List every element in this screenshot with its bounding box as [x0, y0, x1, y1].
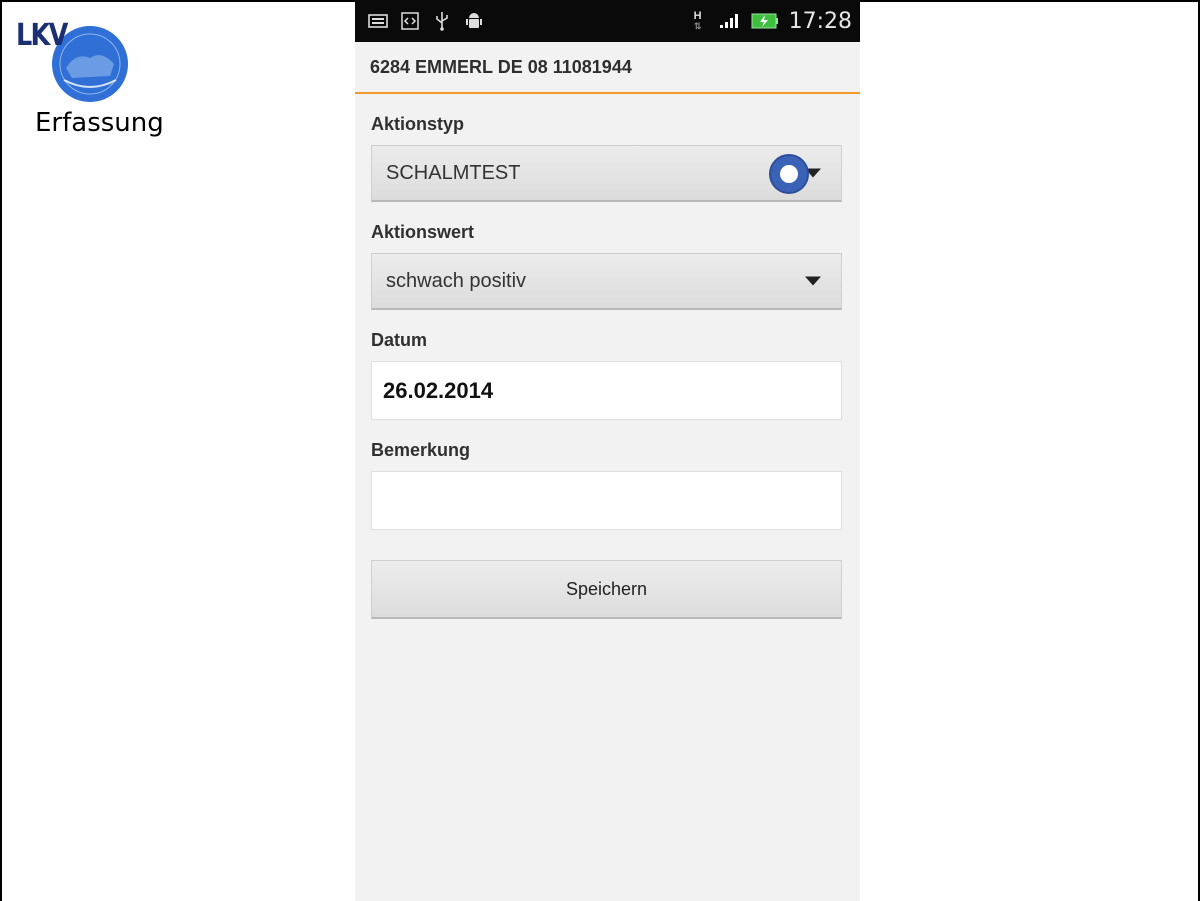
aktionstyp-label: Aktionstyp — [371, 114, 465, 134]
touch-indicator-icon — [769, 154, 809, 194]
app-title: 6284 EMMERL DE 08 11081944 — [370, 56, 632, 77]
datum-value: 26.02.2014 — [383, 377, 494, 403]
android-debug-icon — [463, 10, 485, 32]
capture-form: Aktionstyp SCHALMTEST Aktionswert schwac… — [355, 114, 860, 619]
keyboard-icon — [367, 10, 389, 32]
status-bar: H ⇅ 17:28 — [355, 0, 860, 42]
battery-charging-icon — [751, 10, 779, 32]
signal-icon — [719, 10, 741, 32]
status-clock: 17:28 — [788, 8, 852, 34]
chevron-down-icon — [805, 276, 821, 286]
bemerkung-field[interactable] — [371, 471, 842, 530]
aktionswert-dropdown[interactable]: schwach positiv — [371, 253, 842, 310]
app-title-bar: 6284 EMMERL DE 08 11081944 — [355, 42, 860, 94]
network-type-label: H — [693, 10, 702, 22]
aktionstyp-value: SCHALMTEST — [386, 161, 521, 184]
slide-caption: Erfassung — [35, 108, 164, 138]
aktionstyp-dropdown[interactable]: SCHALMTEST — [371, 145, 842, 202]
aktionswert-label: Aktionswert — [371, 222, 475, 242]
save-button[interactable]: Speichern — [371, 560, 842, 619]
usb-icon — [431, 10, 453, 32]
datum-field[interactable]: 26.02.2014 — [371, 361, 842, 420]
code-icon — [399, 10, 421, 32]
network-h-icon: H ⇅ — [693, 10, 702, 32]
datum-label: Datum — [371, 330, 428, 350]
logo-text: LKV — [16, 18, 68, 53]
phone-screen: H ⇅ 17:28 6284 EMMERL DE 08 11081944 Akti… — [355, 0, 860, 901]
lkv-logo: LKV — [12, 14, 130, 102]
save-button-label: Speichern — [565, 578, 648, 599]
bemerkung-label: Bemerkung — [371, 440, 471, 460]
aktionswert-value: schwach positiv — [386, 269, 527, 292]
